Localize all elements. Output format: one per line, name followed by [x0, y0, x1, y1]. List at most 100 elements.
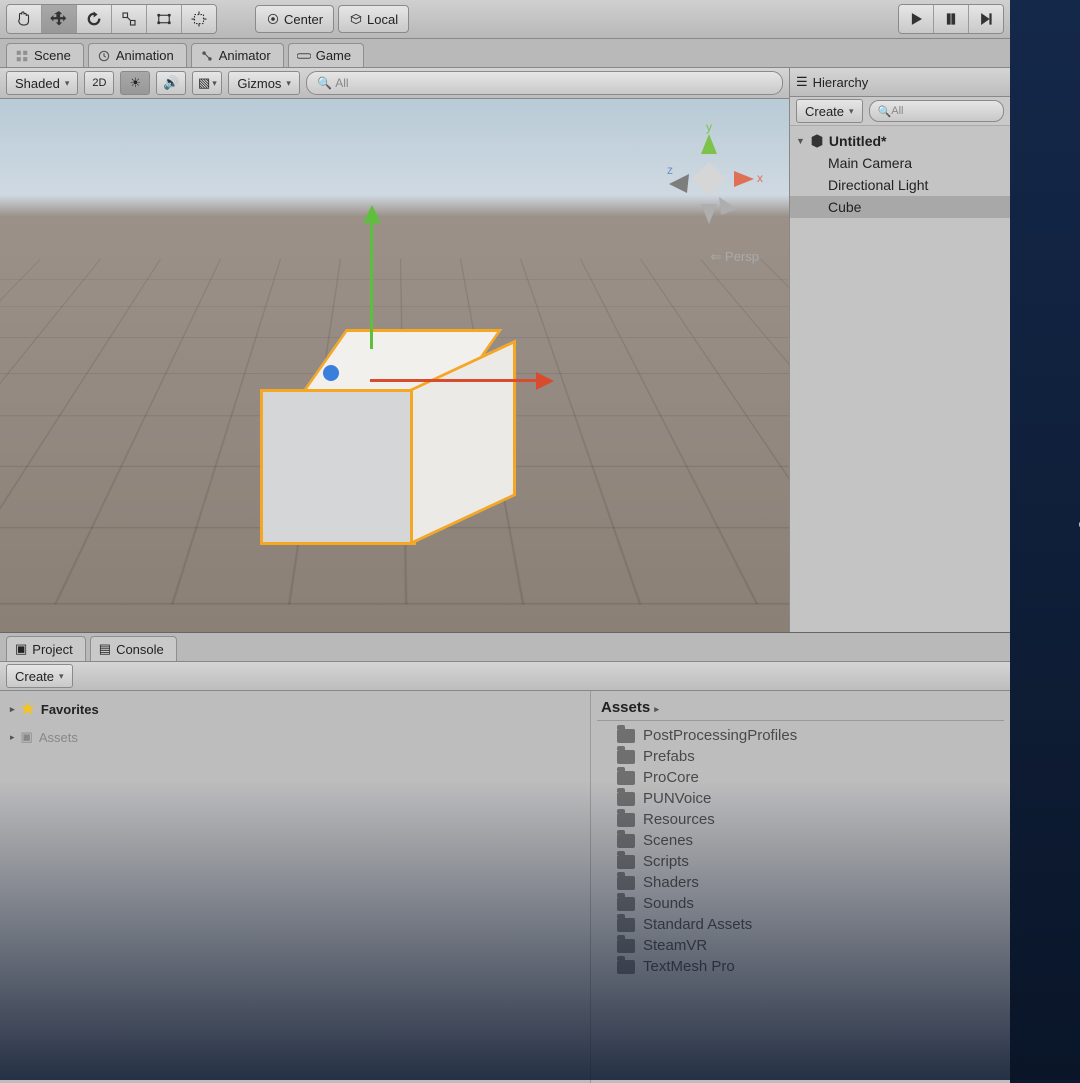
folder-row[interactable]: Sounds — [597, 893, 1004, 914]
project-left-column: ▸★ Favorites ▸▣ Assets — [0, 691, 591, 1083]
tab-console[interactable]: ▤ Console — [90, 636, 177, 661]
image-icon: ▧ — [198, 75, 210, 91]
cube-front-face — [260, 389, 416, 545]
folder-icon — [617, 918, 635, 932]
brand-strip: Agaté — [1010, 0, 1080, 1080]
folder-icon — [617, 729, 635, 743]
hierarchy-search-placeholder: All — [891, 105, 903, 117]
main-area: Shaded▾ 2D ☀ 🔊 ▧▾ Gizmos▾ 🔍 All — [0, 68, 1010, 632]
folder-icon — [617, 750, 635, 764]
favorites-row[interactable]: ▸★ Favorites — [10, 699, 580, 719]
tab-animator[interactable]: Animator — [191, 43, 284, 67]
breadcrumb[interactable]: Assets ▸ — [597, 695, 1004, 721]
2d-label: 2D — [92, 77, 106, 89]
folder-icon — [617, 792, 635, 806]
tab-scene-label: Scene — [34, 48, 71, 63]
project-create-dropdown[interactable]: Create▾ — [6, 664, 73, 688]
tab-project[interactable]: ▣ Project — [6, 636, 86, 661]
space-local-label: Local — [367, 12, 398, 27]
tab-game-label: Game — [316, 48, 351, 63]
hierarchy-item[interactable]: Cube — [790, 196, 1010, 218]
gizmos-dropdown[interactable]: Gizmos▾ — [228, 71, 300, 95]
folder-label: Scenes — [643, 832, 693, 849]
folder-row[interactable]: SteamVR — [597, 935, 1004, 956]
hand-tool-button[interactable] — [7, 5, 42, 33]
projection-label[interactable]: ⇐ Persp — [711, 249, 759, 265]
gizmo-z-axis[interactable] — [323, 365, 339, 381]
folder-row[interactable]: PUNVoice — [597, 788, 1004, 809]
scale-tool-button[interactable] — [112, 5, 147, 33]
axis-z-label: z — [667, 163, 673, 177]
hierarchy-toolbar: Create▾ 🔍All — [790, 97, 1010, 126]
tab-game[interactable]: Game — [288, 43, 364, 67]
hierarchy-create-dropdown[interactable]: Create▾ — [796, 99, 863, 123]
shading-dropdown[interactable]: Shaded▾ — [6, 71, 78, 95]
assets-tree-label: Assets — [39, 730, 78, 745]
folder-label: Scripts — [643, 853, 689, 870]
hierarchy-search[interactable]: 🔍All — [869, 100, 1004, 122]
folder-label: Resources — [643, 811, 715, 828]
folder-list: PostProcessingProfiles PrefabsProCore PUNV… — [597, 721, 1004, 977]
pivot-center-toggle[interactable]: Center — [255, 5, 334, 33]
folder-row[interactable]: Standard Assets — [597, 914, 1004, 935]
folder-row[interactable]: PostProcessingProfiles — [597, 725, 1004, 746]
scene-tabs: Scene Animation Animator Game — [0, 39, 1010, 68]
axis-y-label: y — [706, 120, 712, 134]
folder-row[interactable]: Scenes — [597, 830, 1004, 851]
project-body: ▸★ Favorites ▸▣ Assets Assets ▸ PostProc… — [0, 691, 1010, 1083]
folder-row[interactable]: Scripts — [597, 851, 1004, 872]
axis-x-label: x — [757, 171, 763, 185]
rotate-tool-button[interactable] — [77, 5, 112, 33]
folder-icon — [617, 855, 635, 869]
hierarchy-title: Hierarchy — [813, 75, 869, 90]
brand-label: Agaté — [1074, 520, 1080, 603]
audio-toggle[interactable]: 🔊 — [156, 71, 186, 95]
fx-toggle[interactable]: ▧▾ — [192, 71, 222, 95]
shading-label: Shaded — [15, 76, 60, 91]
gizmo-y-axis[interactable] — [370, 219, 373, 349]
folder-icon: ▣ — [21, 729, 33, 745]
scene-toolbar: Shaded▾ 2D ☀ 🔊 ▧▾ Gizmos▾ 🔍 All — [0, 68, 789, 99]
hierarchy-item[interactable]: Directional Light — [790, 174, 1010, 196]
unified-tool-button[interactable] — [182, 5, 216, 33]
tab-scene[interactable]: Scene — [6, 43, 84, 67]
folder-row[interactable]: Resources — [597, 809, 1004, 830]
hierarchy-header: ☰ Hierarchy — [790, 68, 1010, 97]
gizmo-x-axis[interactable] — [370, 379, 540, 382]
orientation-gizmo[interactable]: y x z — [649, 119, 769, 239]
play-button[interactable] — [899, 5, 934, 33]
gizmos-label: Gizmos — [237, 76, 281, 91]
tab-animation[interactable]: Animation — [88, 43, 187, 67]
2d-toggle[interactable]: 2D — [84, 71, 114, 95]
sun-icon: ☀ — [130, 75, 142, 91]
folder-label: PostProcessingProfiles — [643, 727, 797, 744]
main-toolbar: Center Local — [0, 0, 1010, 39]
scene-viewport[interactable]: y x z ⇐ Persp — [0, 99, 789, 632]
scene-search-placeholder: All — [335, 76, 348, 90]
folder-row[interactable]: Prefabs — [597, 746, 1004, 767]
folder-row[interactable]: Shaders — [597, 872, 1004, 893]
lighting-toggle[interactable]: ☀ — [120, 71, 150, 95]
star-icon: ★ — [21, 699, 35, 719]
project-right-column: Assets ▸ PostProcessingProfiles PrefabsPr… — [591, 691, 1010, 1083]
step-button[interactable] — [969, 5, 1003, 33]
folder-row[interactable]: ProCore — [597, 767, 1004, 788]
folder-row[interactable]: TextMesh Pro — [597, 956, 1004, 977]
project-toolbar: Create▾ — [0, 662, 1010, 691]
space-local-toggle[interactable]: Local — [338, 5, 409, 33]
selected-cube[interactable] — [300, 329, 520, 549]
hierarchy-item[interactable]: Main Camera — [790, 152, 1010, 174]
pivot-center-label: Center — [284, 12, 323, 27]
folder-label: PUNVoice — [643, 790, 711, 807]
bottom-panels: ▣ Project ▤ Console Create▾ ▸★ Favorites… — [0, 632, 1010, 1083]
hierarchy-root[interactable]: ▼ Untitled* — [790, 130, 1010, 152]
move-tool-button[interactable] — [42, 5, 77, 33]
assets-tree-row[interactable]: ▸▣ Assets — [10, 729, 580, 745]
folder-label: TextMesh Pro — [643, 958, 735, 975]
folder-icon — [617, 834, 635, 848]
scene-search[interactable]: 🔍 All — [306, 71, 783, 95]
folder-label: Shaders — [643, 874, 699, 891]
folder-label: Sounds — [643, 895, 694, 912]
pause-button[interactable] — [934, 5, 969, 33]
rect-tool-button[interactable] — [147, 5, 182, 33]
